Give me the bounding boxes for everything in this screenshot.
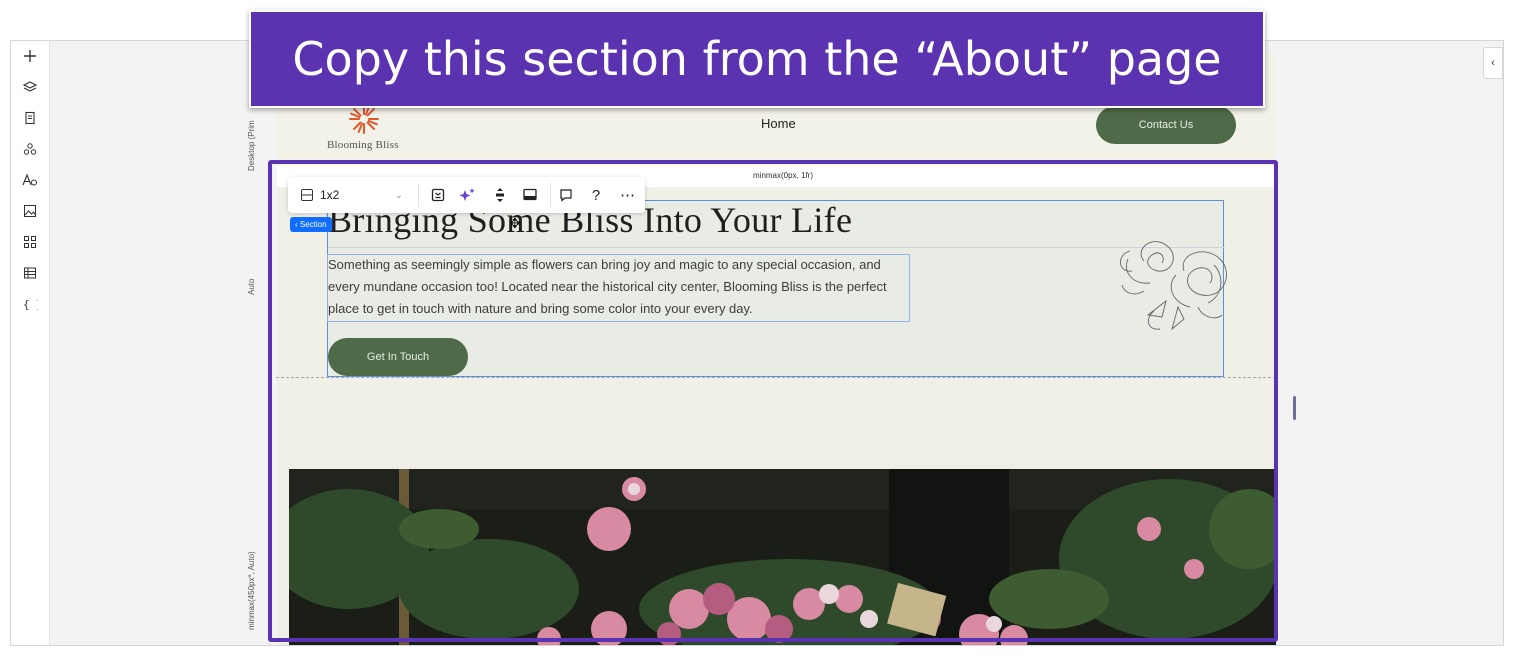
section-divider [276, 377, 1276, 378]
contact-us-button[interactable]: Contact Us [1096, 106, 1236, 144]
left-toolbar: { } [11, 41, 50, 645]
grid-layout-icon[interactable] [298, 183, 316, 207]
logo-text[interactable]: Blooming Bliss [327, 139, 399, 151]
media-icon[interactable] [19, 200, 41, 222]
flower-photo-image [289, 469, 1276, 645]
grid-column-label[interactable]: minmax(0px, 1fr) [753, 171, 813, 180]
content-divider [328, 247, 1225, 248]
row-size-auto[interactable]: Auto [247, 267, 269, 307]
instruction-banner: Copy this section from the “About” page [249, 10, 1265, 108]
chevron-left-icon: ‹ [1491, 57, 1495, 69]
components-icon[interactable] [19, 138, 41, 160]
fit-icon[interactable] [428, 183, 448, 207]
row-size-minmax[interactable]: minmax(450px*, Auto) [247, 546, 269, 636]
add-icon[interactable] [19, 45, 41, 67]
chevron-down-icon[interactable]: ⌄ [392, 183, 406, 207]
section-body-text[interactable]: Something as seemingly simple as flowers… [328, 254, 908, 320]
stack-icon[interactable] [490, 183, 510, 207]
collapse-panel-button[interactable]: ‹ [1483, 47, 1503, 79]
table-icon[interactable] [19, 262, 41, 284]
animation-icon[interactable] [520, 183, 540, 207]
typography-icon[interactable] [19, 169, 41, 191]
nav-home-link[interactable]: Home [761, 116, 796, 131]
rose-illustration [1120, 241, 1227, 331]
banner-text: Copy this section from the “About” page [292, 32, 1222, 86]
move-cursor-icon: ✥ [509, 215, 521, 231]
flower-shop-photo[interactable] [289, 469, 1276, 645]
pages-icon[interactable] [19, 107, 41, 129]
section-badge[interactable]: ‹ Section [290, 217, 332, 232]
comment-icon[interactable] [556, 183, 576, 207]
vertical-ruler: Desktop (Prim Auto minmax(450px*, Auto) [247, 41, 269, 645]
ai-sparkle-icon[interactable] [458, 183, 478, 207]
layers-icon[interactable] [19, 76, 41, 98]
apps-icon[interactable] [19, 231, 41, 253]
svg-text:{ }: { } [23, 298, 38, 311]
layout-value[interactable]: 1x2 [320, 183, 350, 207]
floating-toolbar: 1x2 ⌄ ? ⋯ [288, 177, 645, 213]
code-icon[interactable]: { } [19, 293, 41, 315]
get-in-touch-button[interactable]: Get In Touch [328, 338, 468, 376]
device-label: Desktop (Prim [247, 120, 256, 172]
help-icon[interactable]: ? [588, 183, 604, 207]
more-icon[interactable]: ⋯ [618, 183, 638, 207]
editor-frame: { } Desktop (Prim Auto minmax(450px*, Au… [10, 40, 1504, 646]
scroll-handle[interactable] [1293, 396, 1296, 420]
